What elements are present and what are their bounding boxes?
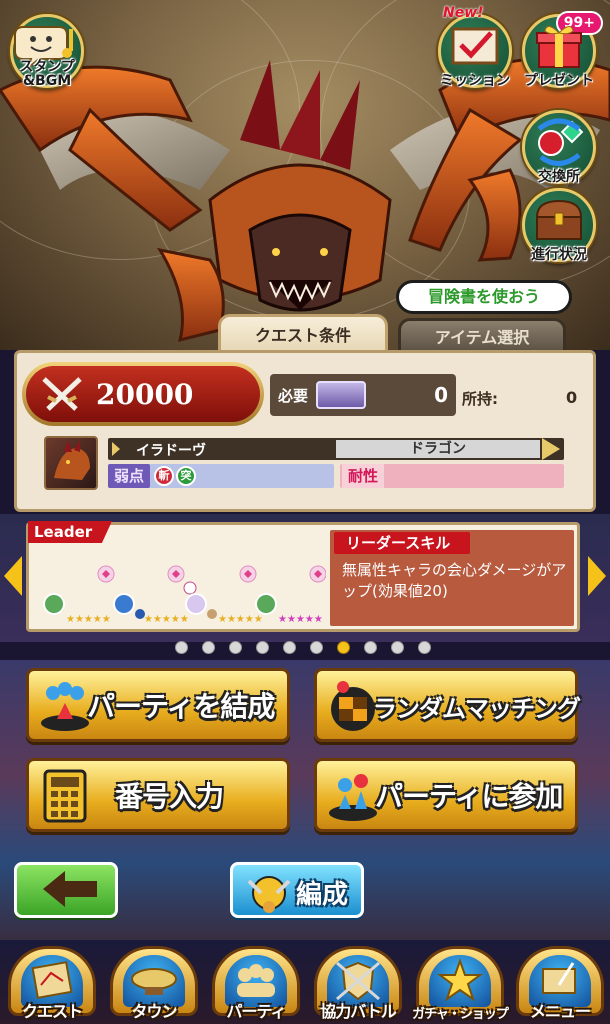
calculator-icon — [43, 769, 87, 823]
crossed-swords-icon — [42, 377, 82, 411]
slash-element-icon: 斬 — [154, 466, 174, 486]
form-party-button[interactable]: パーティを結成 — [26, 668, 290, 742]
mission-label: ミッション — [440, 73, 510, 90]
nav-menu-label: メニュー — [529, 1002, 591, 1021]
monster-portrait[interactable] — [44, 436, 98, 490]
tab-quest-conditions[interactable]: クエスト条件 — [218, 314, 388, 352]
ticket-icon — [316, 381, 367, 409]
reward-points: 20000 — [96, 377, 194, 411]
nav-party[interactable]: パーティ — [206, 944, 306, 1024]
exchange-button[interactable]: 交換所 — [522, 110, 596, 185]
svg-text:★★★★★: ★★★★★ — [278, 614, 323, 625]
present-button[interactable]: 99+ プレゼント — [522, 11, 603, 89]
nav-party-label: パーティ — [226, 1002, 286, 1021]
mission-board-icon — [451, 27, 499, 65]
need-value: 0 — [434, 383, 448, 407]
tab-item-select[interactable]: アイテム選択 — [398, 318, 566, 352]
pager-dot[interactable] — [310, 641, 323, 654]
monster-name: イラドーヴ — [136, 443, 206, 459]
next-party-arrow-icon[interactable] — [588, 556, 606, 596]
nav-coop-battle-label: 協力バトル — [320, 1002, 396, 1021]
thrust-element-icon: 突 — [176, 466, 196, 486]
form-party-label: パーティを結成 — [87, 690, 275, 723]
pager-dot[interactable] — [202, 641, 215, 654]
svg-text:★★★★★: ★★★★★ — [218, 614, 263, 625]
name-bar-arrow — [112, 442, 120, 456]
stamp-bgm-button[interactable]: スタンプ &BGM — [10, 14, 84, 89]
adventure-book-bubble[interactable]: 冒険書を使おう — [396, 280, 572, 314]
back-arrow-icon — [43, 871, 97, 907]
join-party-label: パーティに参加 — [375, 780, 563, 813]
pager-dot[interactable] — [364, 641, 377, 654]
pager-dot[interactable] — [229, 641, 242, 654]
pager-dot[interactable] — [418, 641, 431, 654]
mission-button[interactable]: New! ミッション — [438, 5, 512, 89]
nav-town-label: タウン — [131, 1002, 177, 1021]
resistance-label: 耐性 — [342, 464, 384, 488]
nav-gacha-shop[interactable]: ガチャ・ショップ — [410, 944, 510, 1024]
progress-button[interactable]: 進行状況 — [522, 188, 596, 263]
exchange-label: 交換所 — [538, 169, 580, 186]
star-icon — [437, 958, 483, 1002]
leader-skill-text: 無属性キャラの会心ダメージがアップ(効果値20) — [342, 561, 567, 600]
progress-label: 進行状況 — [531, 247, 587, 264]
back-button[interactable] — [14, 862, 118, 918]
new-tag: New! — [443, 5, 484, 21]
pager-dot[interactable] — [256, 641, 269, 654]
svg-text:★★★★★: ★★★★★ — [144, 614, 189, 625]
join-party-icon — [329, 774, 377, 821]
party-member-slots: ★★★★★ ★★★★★ ★★★★★ ★★★★★ — [43, 565, 326, 625]
pager-dot-active[interactable] — [337, 641, 350, 654]
nav-coop-battle[interactable]: 協力バトル — [308, 944, 408, 1024]
svg-text:★★★★★: ★★★★★ — [66, 614, 111, 625]
nav-quest[interactable]: クエスト — [2, 944, 102, 1024]
edit-formation-label: 編成 — [296, 880, 349, 910]
member-slot-1: ★★★★★ — [43, 565, 115, 625]
stamp-bgm-label: スタンプ &BGM — [19, 58, 75, 90]
type-arrow-icon — [542, 438, 560, 460]
random-match-button[interactable]: ランダムマッチング — [314, 668, 581, 742]
nav-menu[interactable]: メニュー — [510, 944, 610, 1024]
party-pager — [0, 632, 610, 662]
need-label: 必要 — [278, 386, 309, 405]
stock-value: 0 — [566, 388, 578, 407]
pager-dot[interactable] — [175, 641, 188, 654]
number-input-button[interactable]: 番号入力 — [26, 758, 290, 832]
gift-icon — [536, 26, 582, 68]
reward-plate: 20000 — [22, 362, 264, 426]
treasure-chest-icon — [535, 199, 583, 240]
pager-dot[interactable] — [283, 641, 296, 654]
leader-skill-title: リーダースキル — [334, 532, 470, 554]
nav-gacha-shop-label: ガチャ・ショップ — [412, 1007, 509, 1022]
boss-artwork: スタンプ &BGM New! ミッション 99+ プレゼント 交換所 進行状況 … — [0, 0, 610, 350]
dragon-portrait-icon — [54, 440, 90, 480]
formation-icon — [247, 876, 291, 913]
checkered-dice-icon — [331, 681, 375, 731]
required-item-box: 必要 0 — [270, 374, 456, 416]
nav-town[interactable]: タウン — [104, 944, 204, 1024]
present-label: プレゼント — [524, 73, 594, 90]
pager-dot[interactable] — [391, 641, 404, 654]
join-party-button[interactable]: パーティに参加 — [314, 758, 578, 832]
party-members-icon — [41, 682, 89, 731]
leader-tag: Leader — [28, 521, 112, 543]
prev-party-arrow-icon[interactable] — [4, 556, 22, 596]
nav-quest-label: クエスト — [21, 1002, 83, 1021]
stock-label: 所持: — [462, 390, 498, 408]
random-match-label: ランダムマッチング — [373, 695, 581, 723]
exchange-icon — [537, 118, 584, 166]
weakness-label: 弱点 — [108, 464, 150, 488]
monster-type: ドラゴン — [336, 440, 540, 458]
number-input-label: 番号入力 — [115, 780, 224, 813]
